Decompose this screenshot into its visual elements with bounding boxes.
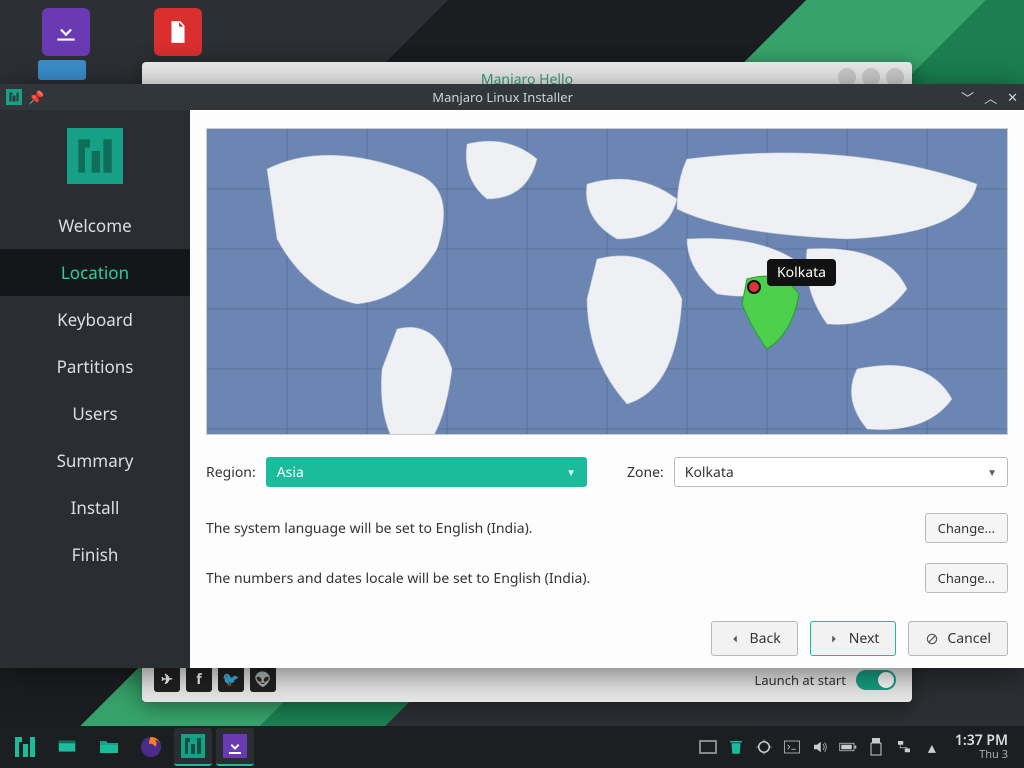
next-button[interactable]: Next [810, 621, 897, 656]
window-maximize-icon[interactable]: ︿ [984, 88, 997, 107]
numbers-locale-text: The numbers and dates locale will be set… [206, 569, 590, 588]
zone-combobox[interactable]: Kolkata ▼ [674, 457, 1008, 487]
firefox-button[interactable] [132, 728, 170, 766]
step-welcome[interactable]: Welcome [0, 202, 190, 249]
region-label: Region: [206, 463, 256, 482]
change-locale-button[interactable]: Change... [925, 563, 1008, 593]
cancel-icon [925, 632, 939, 646]
taskbar-installer[interactable] [216, 728, 254, 766]
taskbar: ▴ 1:37 PM Thu 3 [0, 726, 1024, 768]
tray-terminal-icon[interactable] [783, 738, 801, 756]
tray-keyboard-icon[interactable] [699, 738, 717, 756]
step-partitions[interactable]: Partitions [0, 343, 190, 390]
installer-content: Kolkata Region: Asia ▼ Zone: Kolkata ▼ [190, 110, 1024, 668]
arrow-left-icon [728, 632, 742, 646]
tray-battery-icon[interactable] [839, 738, 857, 756]
cancel-button[interactable]: Cancel [908, 621, 1008, 656]
tray-brightness-icon[interactable] [755, 738, 773, 756]
tray-trash-icon[interactable] [727, 738, 745, 756]
step-finish[interactable]: Finish [0, 531, 190, 578]
social-facebook-icon[interactable]: f [186, 666, 212, 692]
region-value: Asia [277, 463, 304, 482]
tray-network-icon[interactable] [895, 738, 913, 756]
system-language-text: The system language will be set to Engli… [206, 519, 533, 538]
desktop-icon-pdf[interactable] [148, 8, 208, 60]
installer-window: 📌 Manjaro Linux Installer ﹀ ︿ ✕ Welcome … [0, 84, 1024, 668]
tray-volume-icon[interactable] [811, 738, 829, 756]
chevron-down-icon: ▼ [987, 465, 997, 479]
window-close-icon[interactable]: ✕ [1007, 88, 1018, 106]
chevron-down-icon: ▼ [566, 465, 576, 479]
taskbar-clock[interactable]: 1:37 PM Thu 3 [945, 733, 1018, 760]
tray-expand-icon[interactable]: ▴ [923, 738, 941, 756]
social-telegram-icon[interactable]: ✈ [154, 666, 180, 692]
launch-at-start-label: Launch at start [755, 671, 846, 689]
step-keyboard[interactable]: Keyboard [0, 296, 190, 343]
taskbar-manjaro-hello[interactable] [174, 728, 212, 766]
timezone-map[interactable]: Kolkata [206, 128, 1008, 435]
file-manager-button[interactable] [90, 728, 128, 766]
zone-value: Kolkata [685, 463, 734, 482]
back-button[interactable]: Back [711, 621, 798, 656]
tray-usb-icon[interactable] [867, 738, 885, 756]
desktop-icon-install[interactable] [36, 8, 96, 60]
start-menu-button[interactable] [6, 728, 44, 766]
pin-icon[interactable]: 📌 [28, 88, 44, 106]
step-users[interactable]: Users [0, 390, 190, 437]
social-twitter-icon[interactable]: 🐦 [218, 666, 244, 692]
installer-sidebar: Welcome Location Keyboard Partitions Use… [0, 110, 190, 668]
hello-social-row: ✈ f 🐦 👽 [154, 666, 276, 692]
clock-date: Thu 3 [955, 749, 1008, 761]
zone-label: Zone: [627, 463, 664, 482]
show-desktop-button[interactable] [48, 728, 86, 766]
installer-title: Manjaro Linux Installer [44, 88, 961, 106]
launch-at-start-toggle[interactable] [856, 670, 896, 690]
step-summary[interactable]: Summary [0, 437, 190, 484]
step-location[interactable]: Location [0, 249, 190, 296]
social-reddit-icon[interactable]: 👽 [250, 666, 276, 692]
map-pin-icon [747, 280, 761, 294]
map-pin-label: Kolkata [767, 259, 836, 286]
desktop-icon-drive[interactable] [32, 60, 92, 84]
system-tray: ▴ [699, 738, 941, 756]
manjaro-logo-icon [6, 89, 22, 105]
change-language-button[interactable]: Change... [925, 513, 1008, 543]
window-minimize-icon[interactable]: ﹀ [961, 88, 974, 107]
step-install[interactable]: Install [0, 484, 190, 531]
region-combobox[interactable]: Asia ▼ [266, 457, 587, 487]
manjaro-logo-large-icon [67, 128, 123, 184]
installer-titlebar[interactable]: 📌 Manjaro Linux Installer ﹀ ︿ ✕ [0, 84, 1024, 110]
arrow-right-icon [827, 632, 841, 646]
